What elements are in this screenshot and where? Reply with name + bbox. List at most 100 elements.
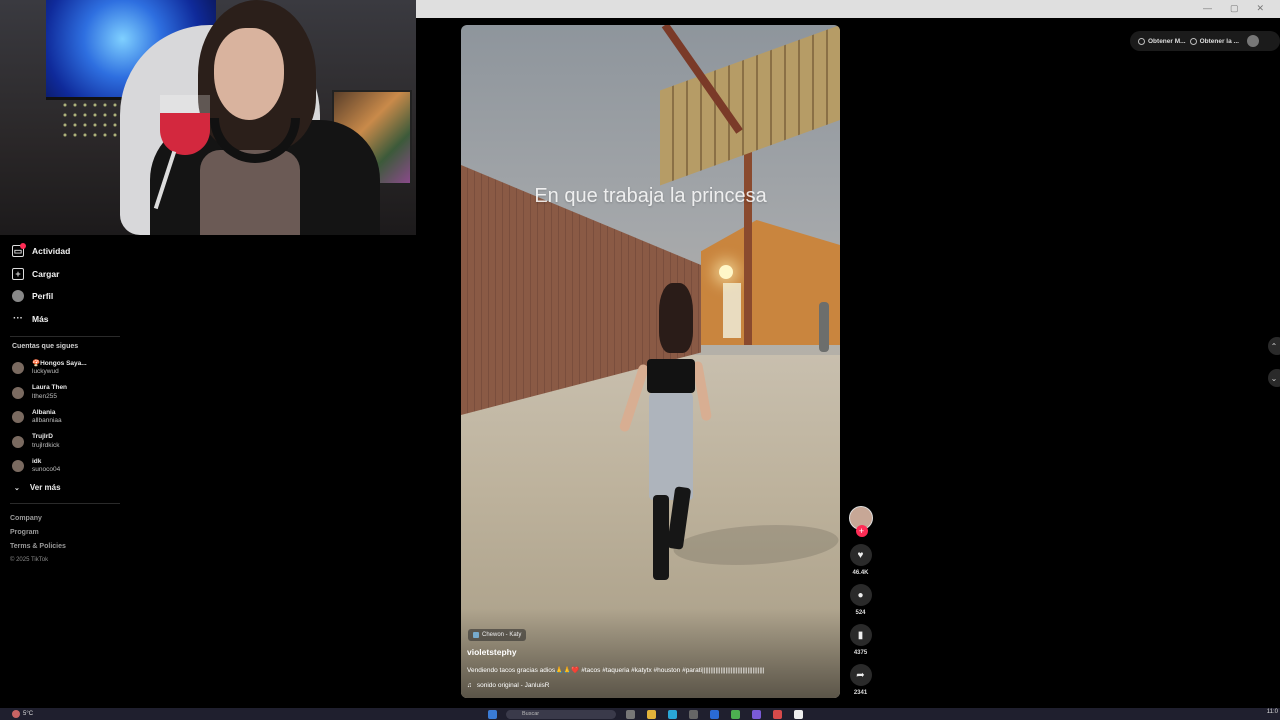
notification-badge bbox=[20, 243, 26, 250]
see-more-button[interactable]: ⌄ Ver más bbox=[0, 479, 130, 497]
follow-plus-icon[interactable]: + bbox=[855, 525, 868, 537]
account-name: TrujlrD bbox=[32, 433, 53, 441]
avatar bbox=[12, 435, 24, 448]
effect-tag[interactable]: Chewon - Katy bbox=[468, 629, 527, 641]
profile-avatar-icon bbox=[12, 290, 24, 303]
discord-icon[interactable] bbox=[752, 710, 761, 719]
effect-tag-label: Chewon - Katy bbox=[482, 632, 522, 638]
save-count: 4375 bbox=[853, 650, 868, 656]
sidebar-item-perfil[interactable]: Perfil bbox=[0, 285, 130, 308]
account-handle: lthen255 bbox=[32, 392, 57, 400]
sidebar-item-label: Actividad bbox=[32, 246, 71, 257]
like-count: 46.4K bbox=[852, 570, 869, 576]
more-dots-icon: ··· bbox=[13, 313, 23, 325]
video-subject-hair bbox=[659, 283, 693, 353]
video-subject-legs bbox=[649, 390, 693, 500]
video-author[interactable]: violetstephy bbox=[467, 647, 517, 657]
following-account[interactable]: TrujlrD trujlrdkick bbox=[0, 430, 130, 455]
store-icon[interactable] bbox=[689, 710, 698, 719]
taskbar-apps bbox=[488, 710, 497, 719]
next-video-button[interactable]: ⌄ bbox=[1268, 369, 1280, 387]
video-lamp bbox=[719, 265, 733, 279]
sidebar-item-cargar[interactable]: + Cargar bbox=[0, 263, 130, 286]
get-app-chip[interactable]: Obtener M... bbox=[1138, 37, 1186, 45]
footer-link-terms[interactable]: Terms & Policies bbox=[10, 540, 130, 554]
following-account[interactable]: Albania allbanniaa bbox=[0, 405, 130, 430]
video-sound[interactable]: ♫ sonido original - JanluisR bbox=[467, 682, 550, 689]
edge-icon[interactable] bbox=[668, 710, 677, 719]
sidebar-item-mas[interactable]: ··· Más bbox=[0, 308, 130, 331]
see-more-label: Ver más bbox=[29, 483, 61, 492]
task-view-icon[interactable] bbox=[626, 710, 635, 719]
chevron-up-icon: ⌃ bbox=[1270, 341, 1278, 351]
window-controls: — ▢ ✕ bbox=[1203, 3, 1264, 14]
account-handle: sunoco04 bbox=[32, 466, 61, 474]
creator-avatar[interactable]: + bbox=[848, 506, 873, 537]
save-action[interactable]: ▮ 4375 bbox=[847, 624, 874, 656]
chrome-icon[interactable] bbox=[731, 710, 740, 719]
sidebar: ▭ Actividad + Cargar Perfil ··· Más Cuen… bbox=[0, 240, 130, 566]
footer-link-program[interactable]: Program bbox=[10, 526, 130, 540]
maximize-icon[interactable]: ▢ bbox=[1230, 3, 1239, 14]
file-explorer-icon[interactable] bbox=[647, 710, 656, 719]
footer-link-company[interactable]: Company bbox=[10, 512, 130, 526]
sidebar-item-label: Perfil bbox=[32, 291, 54, 302]
monitor-icon bbox=[1189, 37, 1197, 45]
download-icon bbox=[1138, 37, 1145, 45]
tiktok-icon[interactable] bbox=[794, 710, 803, 719]
sound-label: sonido original - JanluisR bbox=[476, 682, 550, 689]
account-name: idk bbox=[32, 457, 42, 465]
chevron-down-icon: ⌄ bbox=[14, 484, 20, 492]
close-icon[interactable]: ✕ bbox=[1256, 3, 1264, 14]
sidebar-item-actividad[interactable]: ▭ Actividad bbox=[0, 240, 130, 263]
account-name: Albania bbox=[32, 408, 56, 416]
share-action[interactable]: ➦ 2341 bbox=[847, 664, 874, 696]
user-avatar[interactable] bbox=[1246, 35, 1259, 47]
heart-icon[interactable]: ♥ bbox=[849, 544, 872, 566]
account-name: 🍄Hongos Saya... bbox=[32, 359, 87, 367]
previous-video-button[interactable]: ⌃ bbox=[1268, 337, 1280, 355]
weather-icon bbox=[12, 710, 20, 718]
comment-icon[interactable]: ● bbox=[849, 584, 872, 606]
music-note-icon: ♫ bbox=[467, 682, 472, 689]
top-right-actions: Obtener M... Obtener la ... bbox=[1130, 31, 1280, 51]
following-account[interactable]: 🍄Hongos Saya... luckywud bbox=[0, 356, 130, 381]
get-desktop-chip[interactable]: Obtener la ... bbox=[1189, 37, 1239, 45]
wine-glass bbox=[160, 95, 210, 155]
inbox-icon: ▭ bbox=[12, 243, 26, 258]
streamer-face bbox=[214, 28, 284, 120]
mail-icon[interactable] bbox=[710, 710, 719, 719]
following-account[interactable]: idk sunoco04 bbox=[0, 454, 130, 479]
share-arrow-icon[interactable]: ➦ bbox=[849, 664, 872, 686]
minimize-icon[interactable]: — bbox=[1203, 3, 1212, 14]
video-house-door bbox=[723, 283, 741, 338]
windows-taskbar: 5°C Buscar 11:0 bbox=[0, 708, 1280, 720]
sidebar-item-label: Más bbox=[32, 313, 49, 324]
video-subject-boot bbox=[653, 495, 669, 580]
sidebar-divider bbox=[10, 502, 120, 504]
taskbar-search[interactable]: Buscar bbox=[506, 710, 616, 719]
bookmark-icon[interactable]: ▮ bbox=[849, 624, 872, 646]
weather-widget[interactable]: 5°C bbox=[12, 710, 33, 718]
comment-action[interactable]: ● 524 bbox=[847, 584, 874, 616]
following-section-title: Cuentas que sigues bbox=[12, 343, 79, 350]
copyright-text: © 2025 TikTok bbox=[10, 556, 49, 563]
start-icon[interactable] bbox=[488, 710, 497, 719]
chevron-down-icon: ⌄ bbox=[1270, 373, 1278, 383]
share-count: 2341 bbox=[853, 690, 868, 696]
like-action[interactable]: ♥ 46.4K bbox=[847, 544, 874, 576]
video-description: Vendiendo tacos gracias adios🙏🙏❤️ #tacos… bbox=[467, 667, 765, 674]
app-icon[interactable] bbox=[773, 710, 782, 719]
avatar bbox=[12, 386, 24, 399]
plus-square-icon: + bbox=[12, 267, 24, 280]
account-handle: allbanniaa bbox=[32, 417, 62, 425]
chip-label: Obtener la ... bbox=[1199, 37, 1239, 45]
video-player[interactable]: En que trabaja la princesa Chewon - Katy… bbox=[461, 25, 840, 698]
following-account[interactable]: Laura Then lthen255 bbox=[0, 381, 130, 406]
pinned-apps bbox=[626, 710, 803, 719]
video-caption-overlay: En que trabaja la princesa bbox=[534, 185, 767, 207]
effect-icon bbox=[473, 632, 479, 638]
avatar bbox=[12, 362, 24, 375]
chip-label: Obtener M... bbox=[1148, 37, 1186, 45]
account-name: Laura Then bbox=[32, 384, 68, 392]
